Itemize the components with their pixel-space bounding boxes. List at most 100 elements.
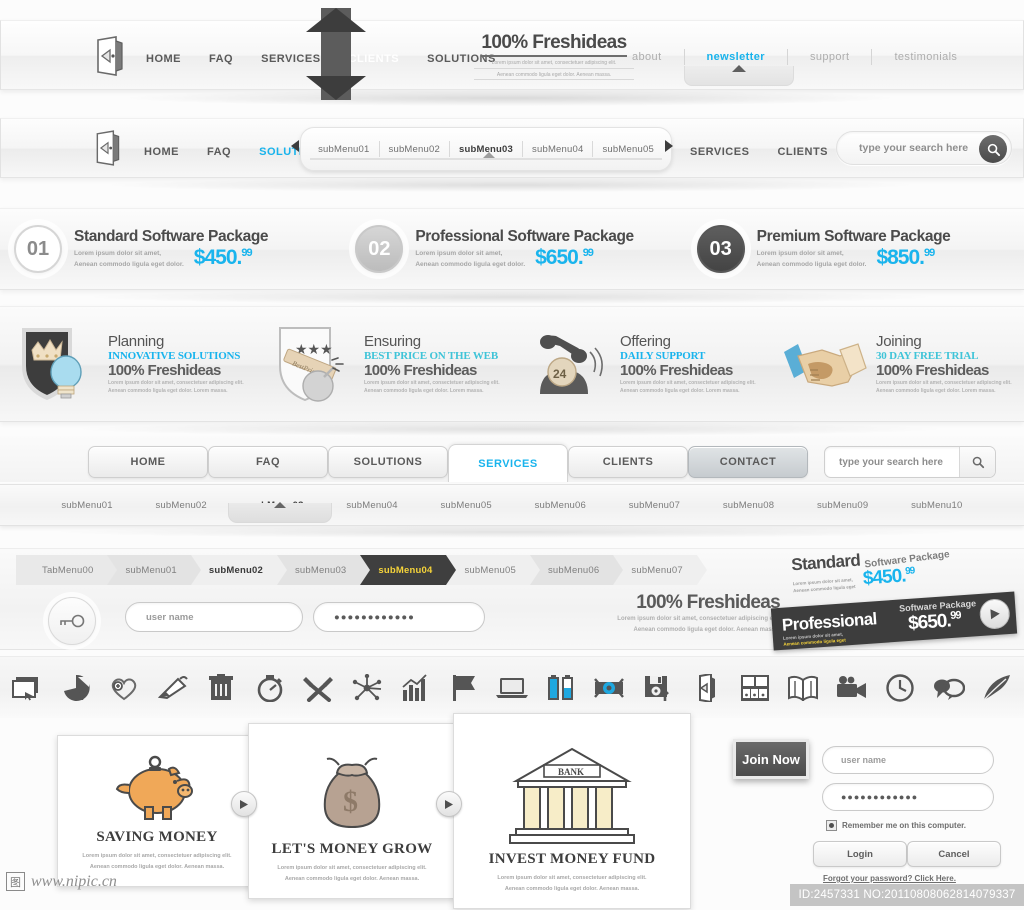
card-lets-money-grow[interactable]: $ LET'S MONEY GROW Lorem ipsum dolor sit… [248, 723, 456, 899]
password-input[interactable]: ●●●●●●●●●●●● [313, 602, 485, 632]
breadcrumb-item-02[interactable]: subMenu02 [190, 555, 288, 585]
clock-icon[interactable] [883, 671, 917, 705]
battery-icon[interactable] [544, 671, 578, 705]
card-play-button-1[interactable] [231, 791, 257, 817]
search-icon[interactable] [979, 135, 1007, 163]
filing-cabinet-icon[interactable] [738, 671, 772, 705]
search-icon[interactable] [959, 447, 995, 477]
card-play-button-2[interactable] [436, 791, 462, 817]
breadcrumb-item-03[interactable]: subMenu03 [276, 555, 371, 585]
pie-chart-upload-icon[interactable] [59, 671, 93, 705]
pencil-edit-icon[interactable] [156, 671, 190, 705]
top-nav-item-faq[interactable]: FAQ [195, 47, 247, 71]
bar-chart-icon[interactable] [398, 671, 432, 705]
secondary-nav-items-right: SERVICES CLIENTS [676, 141, 842, 163]
nav2-item-faq[interactable]: FAQ [193, 141, 245, 163]
search-pill[interactable]: type your search here [836, 131, 1012, 165]
folder-cursor-icon[interactable] [10, 671, 44, 705]
laptop-icon[interactable] [495, 671, 529, 705]
top-nav-testimonials[interactable]: testimonials [872, 47, 979, 67]
play-icon[interactable] [978, 597, 1011, 630]
forgot-password-link[interactable]: Forgot your password? Click Here. [823, 874, 956, 883]
cancel-button[interactable]: Cancel [907, 841, 1001, 867]
feature-subheading: INNOVATIVE SOLUTIONS [108, 349, 241, 362]
nav2-item-services[interactable]: SERVICES [676, 141, 763, 163]
submenu-strip-item-02[interactable]: subMenu02 [155, 500, 206, 511]
submenu-strip-item-05[interactable]: subMenu05 [440, 500, 491, 511]
top-nav-support[interactable]: support [788, 47, 872, 67]
search-input[interactable]: type your search here [825, 457, 959, 468]
top-nav-secondary: about newsletter support testimonials [610, 47, 979, 67]
username-input[interactable]: user name [125, 602, 303, 632]
card-saving-money[interactable]: SAVING MONEY Lorem ipsum dolor sit amet,… [57, 735, 257, 887]
top-nav-item-home[interactable]: HOME [132, 47, 195, 71]
feature-offering[interactable]: 24 Offering DAILY SUPPORT 100% Freshidea… [512, 320, 768, 408]
floppy-save-icon[interactable] [641, 671, 675, 705]
feature-ensuring[interactable]: ★★★ BestPrice Ensuring BEST PRICE ON THE… [256, 320, 512, 408]
breadcrumb-item-05[interactable]: subMenu05 [446, 555, 541, 585]
join-now-button[interactable]: Join Now [733, 739, 809, 779]
submenu-item-05[interactable]: subMenu05 [593, 144, 662, 155]
speech-bubbles-icon[interactable] [932, 671, 966, 705]
tools-wrench-screwdriver-icon[interactable] [301, 671, 335, 705]
submenu-strip-item-06[interactable]: subMenu06 [535, 500, 586, 511]
trash-icon[interactable] [204, 671, 238, 705]
feather-pen-icon[interactable] [980, 671, 1014, 705]
pricing-package-01[interactable]: 01 Standard Software Package Lorem ipsum… [0, 209, 341, 289]
login-username-input[interactable]: user name [822, 746, 994, 774]
submenu-strip-item-10[interactable]: subMenu10 [911, 500, 962, 511]
submenu-strip-item-09[interactable]: subMenu09 [817, 500, 868, 511]
video-camera-icon[interactable] [835, 671, 869, 705]
breadcrumb-item-04-active[interactable]: subMenu04 [360, 555, 457, 585]
search-input[interactable]: type your search here [859, 142, 968, 154]
remember-me-row[interactable]: Remember me on this computer. [826, 820, 966, 831]
breadcrumb-item-root[interactable]: TabMenu00 [16, 555, 118, 585]
open-book-icon[interactable] [786, 671, 820, 705]
submenu-active-nub [228, 502, 332, 523]
breadcrumb-item-01[interactable]: subMenu01 [107, 555, 202, 585]
pricing-package-03[interactable]: 03 Premium Software Package Lorem ipsum … [683, 209, 1024, 289]
pricing-package-02[interactable]: 02 Professional Software Package Lorem i… [341, 209, 682, 289]
button-faq[interactable]: FAQ [208, 446, 328, 478]
door-exit-icon[interactable] [92, 130, 124, 166]
login-password-input[interactable]: ●●●●●●●●●●●● [822, 783, 994, 811]
card-invest-money-fund[interactable]: BANK INVEST MONEY FUND Lorem ipsum dolor… [453, 713, 691, 909]
button-clients[interactable]: CLIENTS [568, 446, 688, 478]
submenu-strip-item-07[interactable]: subMenu07 [629, 500, 680, 511]
button-solutions[interactable]: SOLUTIONS [328, 446, 448, 478]
door-exit-icon[interactable] [92, 36, 128, 76]
remember-me-radio[interactable] [826, 820, 837, 831]
top-nav-newsletter[interactable]: newsletter [685, 47, 787, 67]
submenu-popup: subMenu01 subMenu02 subMenu03 subMenu04 … [300, 127, 672, 171]
feature-heading: Joining [876, 332, 922, 350]
submenu-strip-item-01[interactable]: subMenu01 [61, 500, 112, 511]
submenu-item-01[interactable]: subMenu01 [309, 144, 378, 155]
submenu-item-04[interactable]: subMenu04 [523, 144, 592, 155]
network-node-icon[interactable] [350, 671, 384, 705]
card-title: SAVING MONEY [96, 829, 218, 846]
feature-joining[interactable]: Joining 30 DAY FREE TRIAL 100% Freshidea… [768, 320, 1024, 408]
flag-icon[interactable] [447, 671, 481, 705]
button-contact[interactable]: CONTACT [688, 446, 808, 478]
svg-text:BANK: BANK [558, 767, 584, 777]
breadcrumb-item-06[interactable]: subMenu06 [529, 555, 624, 585]
submenu-active-caret-icon [483, 152, 495, 158]
button-label: SOLUTIONS [353, 456, 423, 468]
heart-plus-icon[interactable] [107, 671, 141, 705]
fresh-line-1: Lorem ipsum dolor sit amet, consectetuer… [617, 616, 780, 622]
submenu-item-02[interactable]: subMenu02 [380, 144, 449, 155]
tab-services-active[interactable]: SERVICES [448, 444, 568, 482]
button-home[interactable]: HOME [88, 446, 208, 478]
breadcrumb-item-07[interactable]: subMenu07 [613, 555, 708, 585]
feature-planning[interactable]: Planning INNOVATIVE SOLUTIONS 100% Fresh… [0, 320, 256, 408]
submenu-strip-item-04[interactable]: subMenu04 [346, 500, 397, 511]
search-box[interactable]: type your search here [824, 446, 996, 478]
film-reel-icon[interactable] [592, 671, 626, 705]
nav2-item-home[interactable]: HOME [130, 141, 193, 163]
submenu-strip-item-08[interactable]: subMenu08 [723, 500, 774, 511]
door-exit-icon[interactable] [689, 671, 723, 705]
login-button[interactable]: Login [813, 841, 907, 867]
top-nav-about[interactable]: about [610, 47, 684, 67]
stopwatch-icon[interactable] [253, 671, 287, 705]
nav2-item-clients[interactable]: CLIENTS [763, 141, 842, 163]
